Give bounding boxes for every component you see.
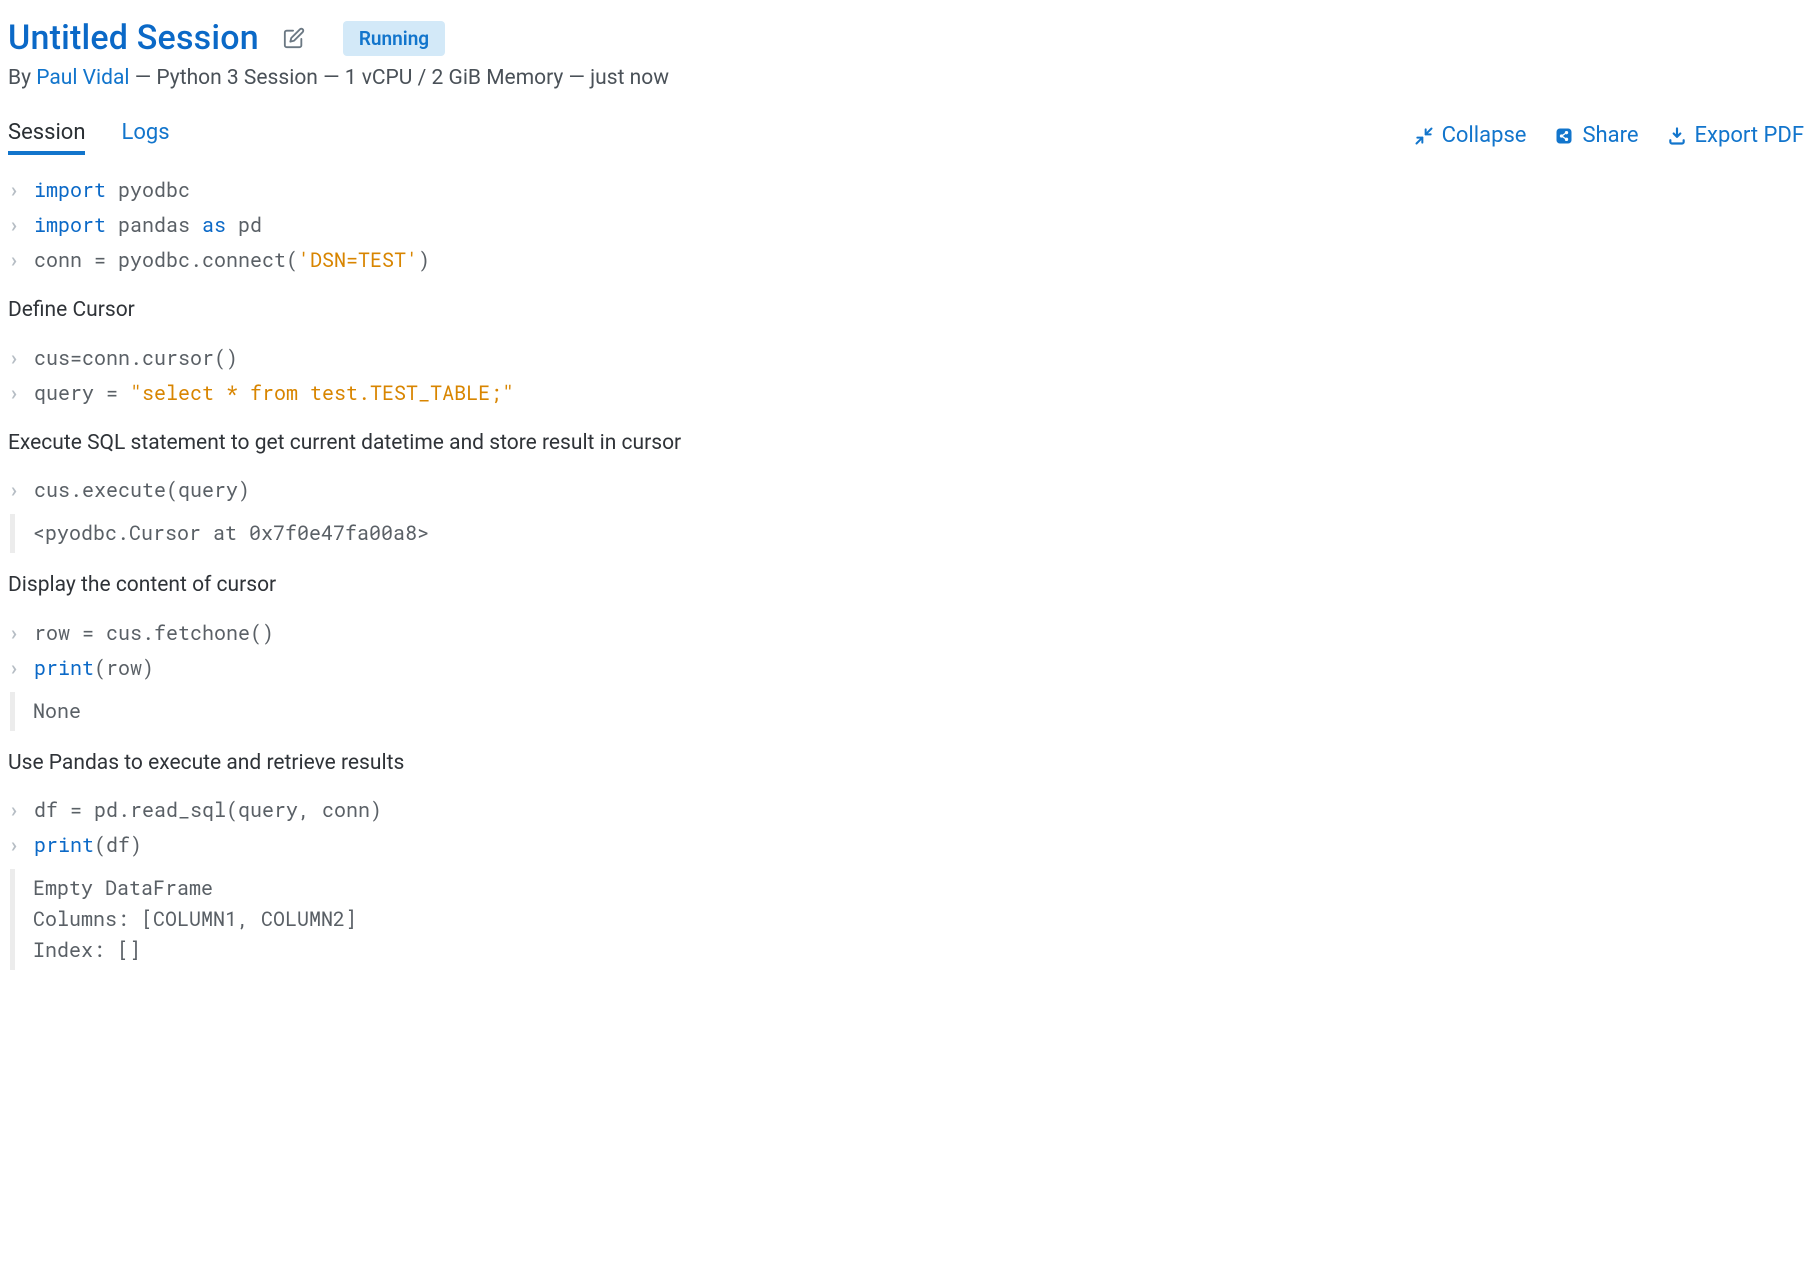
code-line[interactable]: › df = pd.read_sql(query, conn) [8, 793, 1804, 828]
status-badge: Running [343, 21, 445, 56]
prompt-icon: › [8, 618, 26, 649]
section-heading: Define Cursor [8, 294, 1804, 327]
code-line[interactable]: › cus=conn.cursor() [8, 341, 1804, 376]
download-icon [1667, 126, 1687, 146]
share-button[interactable]: Share [1554, 123, 1638, 148]
prompt-icon: › [8, 378, 26, 409]
tabs-bar: Session Logs Collapse [8, 116, 1804, 155]
collapse-button[interactable]: Collapse [1414, 123, 1527, 148]
prompt-icon: › [8, 210, 26, 241]
code-line[interactable]: › row = cus.fetchone() [8, 616, 1804, 651]
author-link[interactable]: Paul Vidal [36, 66, 129, 90]
prompt-icon: › [8, 830, 26, 861]
collapse-icon [1414, 126, 1434, 146]
session-title[interactable]: Untitled Session [8, 18, 259, 58]
prompt-icon: › [8, 343, 26, 374]
section-heading: Display the content of cursor [8, 569, 1804, 602]
prompt-icon: › [8, 653, 26, 684]
export-pdf-button[interactable]: Export PDF [1667, 123, 1804, 148]
by-label: By [8, 66, 36, 90]
tab-logs[interactable]: Logs [121, 116, 169, 155]
code-line[interactable]: › import pandas as pd [8, 208, 1804, 243]
output-block: None [10, 692, 1804, 731]
section-heading: Use Pandas to execute and retrieve resul… [8, 747, 1804, 780]
output-block: <pyodbc.Cursor at 0x7f0e47fa00a8> [10, 514, 1804, 553]
code-line[interactable]: › print(row) [8, 651, 1804, 686]
share-label: Share [1582, 123, 1638, 148]
share-icon [1554, 126, 1574, 146]
export-pdf-label: Export PDF [1695, 123, 1804, 148]
output-block: Empty DataFrame Columns: [COLUMN1, COLUM… [10, 869, 1804, 970]
notebook-body: › import pyodbc › import pandas as pd › … [8, 173, 1804, 970]
section-heading: Execute SQL statement to get current dat… [8, 427, 1804, 460]
prompt-icon: › [8, 175, 26, 206]
prompt-icon: › [8, 475, 26, 506]
code-line[interactable]: › cus.execute(query) [8, 473, 1804, 508]
code-line[interactable]: › print(df) [8, 828, 1804, 863]
collapse-label: Collapse [1442, 123, 1527, 148]
code-line[interactable]: › import pyodbc [8, 173, 1804, 208]
session-meta: By Paul Vidal — Python 3 Session — 1 vCP… [8, 66, 1804, 90]
meta-details: — Python 3 Session — 1 vCPU / 2 GiB Memo… [130, 66, 669, 90]
edit-title-icon[interactable] [273, 27, 315, 49]
tab-session[interactable]: Session [8, 116, 85, 155]
prompt-icon: › [8, 245, 26, 276]
toolbar-actions: Collapse Share [1414, 123, 1804, 148]
session-header: Untitled Session Running [8, 18, 1804, 58]
code-line[interactable]: › conn = pyodbc.connect('DSN=TEST') [8, 243, 1804, 278]
prompt-icon: › [8, 795, 26, 826]
code-line[interactable]: › query = "select * from test.TEST_TABLE… [8, 376, 1804, 411]
